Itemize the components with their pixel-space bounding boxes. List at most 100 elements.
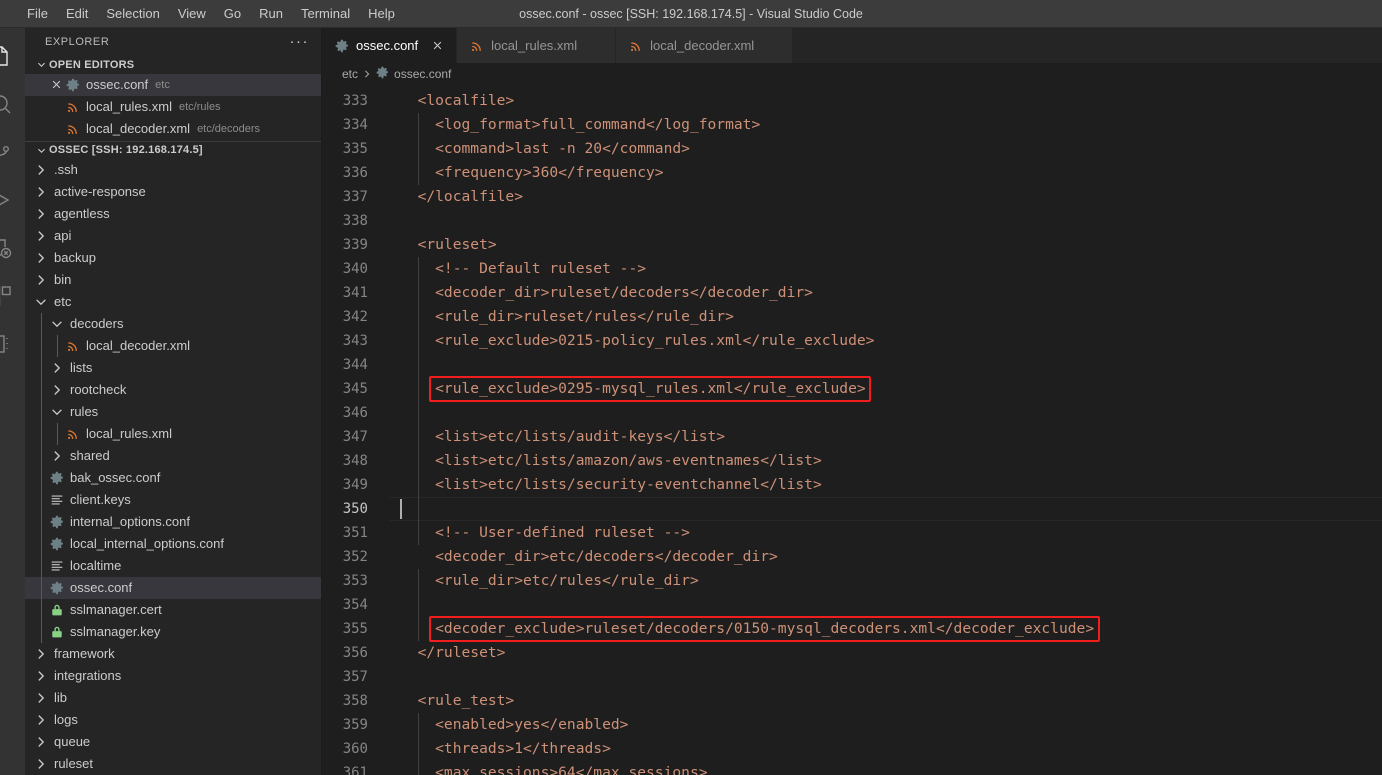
code-line[interactable] (390, 353, 1382, 377)
tree-item-localtime[interactable]: localtime (25, 554, 321, 577)
code-line[interactable]: <list>etc/lists/amazon/aws-eventnames</l… (390, 449, 1382, 473)
text-cursor (400, 499, 402, 519)
tree-item-agentless[interactable]: agentless (25, 203, 321, 225)
lock-icon (49, 624, 65, 640)
tree-item-bak_ossec.conf[interactable]: bak_ossec.conf (25, 466, 321, 489)
menu-view[interactable]: View (169, 0, 215, 28)
code-line[interactable]: <threads>1</threads> (390, 737, 1382, 761)
tree-item-shared[interactable]: shared (25, 444, 321, 467)
workspace-section-header[interactable]: OSSEC [SSH: 192.168.174.5] (25, 141, 321, 159)
code-line[interactable]: <max_sessions>64</max_sessions> (390, 761, 1382, 775)
more-actions-icon[interactable]: ··· (290, 34, 310, 49)
code-line[interactable]: <frequency>360</frequency> (390, 161, 1382, 185)
code-line[interactable]: <localfile> (390, 89, 1382, 113)
open-editors-section-header[interactable]: OPEN EDITORS (25, 56, 321, 74)
menu-selection[interactable]: Selection (97, 0, 168, 28)
tree-item-backup[interactable]: backup (25, 247, 321, 269)
code-line[interactable]: </ruleset> (390, 641, 1382, 665)
code-line[interactable]: <log_format>full_command</log_format> (390, 113, 1382, 137)
menu-help[interactable]: Help (359, 0, 404, 28)
open-editor-item[interactable]: local_rules.xml etc/rules (25, 96, 321, 118)
tab-close-icon[interactable] (428, 37, 446, 55)
code-indent-guide (417, 713, 419, 775)
code-line[interactable]: <command>last -n 20</command> (390, 137, 1382, 161)
tree-item-logs[interactable]: logs (25, 709, 321, 731)
tree-item-rootcheck[interactable]: rootcheck (25, 378, 321, 401)
code-line[interactable] (390, 665, 1382, 689)
tree-item-lib[interactable]: lib (25, 687, 321, 709)
tree-item-queue[interactable]: queue (25, 731, 321, 753)
tree-item-framework[interactable]: framework (25, 643, 321, 665)
code-line[interactable]: <decoder_dir>etc/decoders</decoder_dir> (390, 545, 1382, 569)
tree-item-lists[interactable]: lists (25, 356, 321, 379)
tab-close-icon[interactable] (764, 37, 782, 55)
menu-run[interactable]: Run (250, 0, 292, 28)
tab-ossec-conf[interactable]: ossec.conf (322, 28, 458, 63)
code-line[interactable]: <rule_test> (390, 689, 1382, 713)
tab-local_rules-xml[interactable]: local_rules.xml (457, 28, 617, 63)
code-line[interactable]: <rule_exclude>0215-policy_rules.xml</rul… (390, 329, 1382, 353)
tree-item-local_decoder.xml[interactable]: local_decoder.xml (25, 334, 321, 357)
line-number: 348 (342, 453, 368, 469)
tree-item-bin[interactable]: bin (25, 269, 321, 291)
search-icon[interactable] (0, 80, 25, 128)
code-line[interactable]: <decoder_exclude>ruleset/decoders/0150-m… (390, 617, 1382, 641)
tree-item-ossec.conf[interactable]: ossec.conf (25, 576, 321, 599)
tree-item-label: localtime (70, 558, 122, 574)
tree-item-api[interactable]: api (25, 225, 321, 247)
breadcrumb-item[interactable]: ossec.conf (376, 66, 451, 82)
code-line[interactable]: </localfile> (390, 185, 1382, 209)
open-editor-item[interactable]: ossec.conf etc (25, 73, 321, 96)
tree-item-.ssh[interactable]: .ssh (25, 159, 321, 181)
line-number: 340 (342, 261, 368, 277)
source-control-icon[interactable] (0, 128, 25, 176)
chevron-right-icon (33, 206, 49, 222)
code-line[interactable]: <!-- User-defined ruleset --> (390, 521, 1382, 545)
tree-item-etc[interactable]: etc (25, 291, 321, 313)
code-line[interactable]: <list>etc/lists/security-eventchannel</l… (390, 473, 1382, 497)
tree-item-rules[interactable]: rules (25, 400, 321, 423)
breadcrumb-item[interactable]: etc (342, 67, 358, 81)
tree-item-client.keys[interactable]: client.keys (25, 488, 321, 511)
run-and-debug-icon[interactable] (0, 176, 25, 224)
open-editor-item[interactable]: local_decoder.xml etc/decoders (25, 118, 321, 140)
tree-item-sslmanager.cert[interactable]: sslmanager.cert (25, 598, 321, 621)
code-line[interactable] (390, 209, 1382, 233)
code-line[interactable]: <decoder_dir>ruleset/decoders</decoder_d… (390, 281, 1382, 305)
code-line[interactable] (390, 497, 1382, 521)
menu-file[interactable]: File (18, 0, 57, 28)
extensions-icon[interactable] (0, 272, 25, 320)
tree-item-integrations[interactable]: integrations (25, 665, 321, 687)
code-line[interactable]: <rule_exclude>0295-mysql_rules.xml</rule… (390, 377, 1382, 401)
code-line[interactable]: <list>etc/lists/audit-keys</list> (390, 425, 1382, 449)
tree-item-sslmanager.key[interactable]: sslmanager.key (25, 620, 321, 643)
tab-close-icon[interactable] (587, 37, 605, 55)
menu-terminal[interactable]: Terminal (292, 0, 359, 28)
tree-item-internal_options.conf[interactable]: internal_options.conf (25, 510, 321, 533)
code-editor[interactable]: 333 334 335 336 337 338 339 340 341 342 343 344 345 3… (322, 85, 1382, 775)
indent-guide (57, 422, 58, 445)
text-file-icon (49, 492, 65, 508)
code-line[interactable]: <ruleset> (390, 233, 1382, 257)
tree-item-local_internal_options.conf[interactable]: local_internal_options.conf (25, 532, 321, 555)
testing-icon[interactable] (0, 224, 25, 272)
menu-go[interactable]: Go (215, 0, 250, 28)
close-icon[interactable] (47, 79, 65, 90)
code-line[interactable]: <rule_dir>etc/rules</rule_dir> (390, 569, 1382, 593)
code-line[interactable]: <!-- Default ruleset --> (390, 257, 1382, 281)
remote-explorer-icon[interactable] (0, 320, 25, 368)
chevron-right-icon (33, 668, 49, 684)
tab-local_decoder-xml[interactable]: local_decoder.xml (616, 28, 794, 63)
code-line[interactable] (390, 593, 1382, 617)
explorer-title: EXPLORER (45, 36, 110, 48)
code-content[interactable]: <localfile> <log_format>full_command</lo… (390, 85, 1382, 775)
menu-edit[interactable]: Edit (57, 0, 97, 28)
code-line[interactable]: <rule_dir>ruleset/rules</rule_dir> (390, 305, 1382, 329)
tree-item-active-response[interactable]: active-response (25, 181, 321, 203)
code-line[interactable]: <enabled>yes</enabled> (390, 713, 1382, 737)
explorer-icon[interactable] (0, 32, 25, 80)
tree-item-decoders[interactable]: decoders (25, 312, 321, 335)
tree-item-ruleset[interactable]: ruleset (25, 753, 321, 775)
tree-item-local_rules.xml[interactable]: local_rules.xml (25, 422, 321, 445)
code-line[interactable] (390, 401, 1382, 425)
